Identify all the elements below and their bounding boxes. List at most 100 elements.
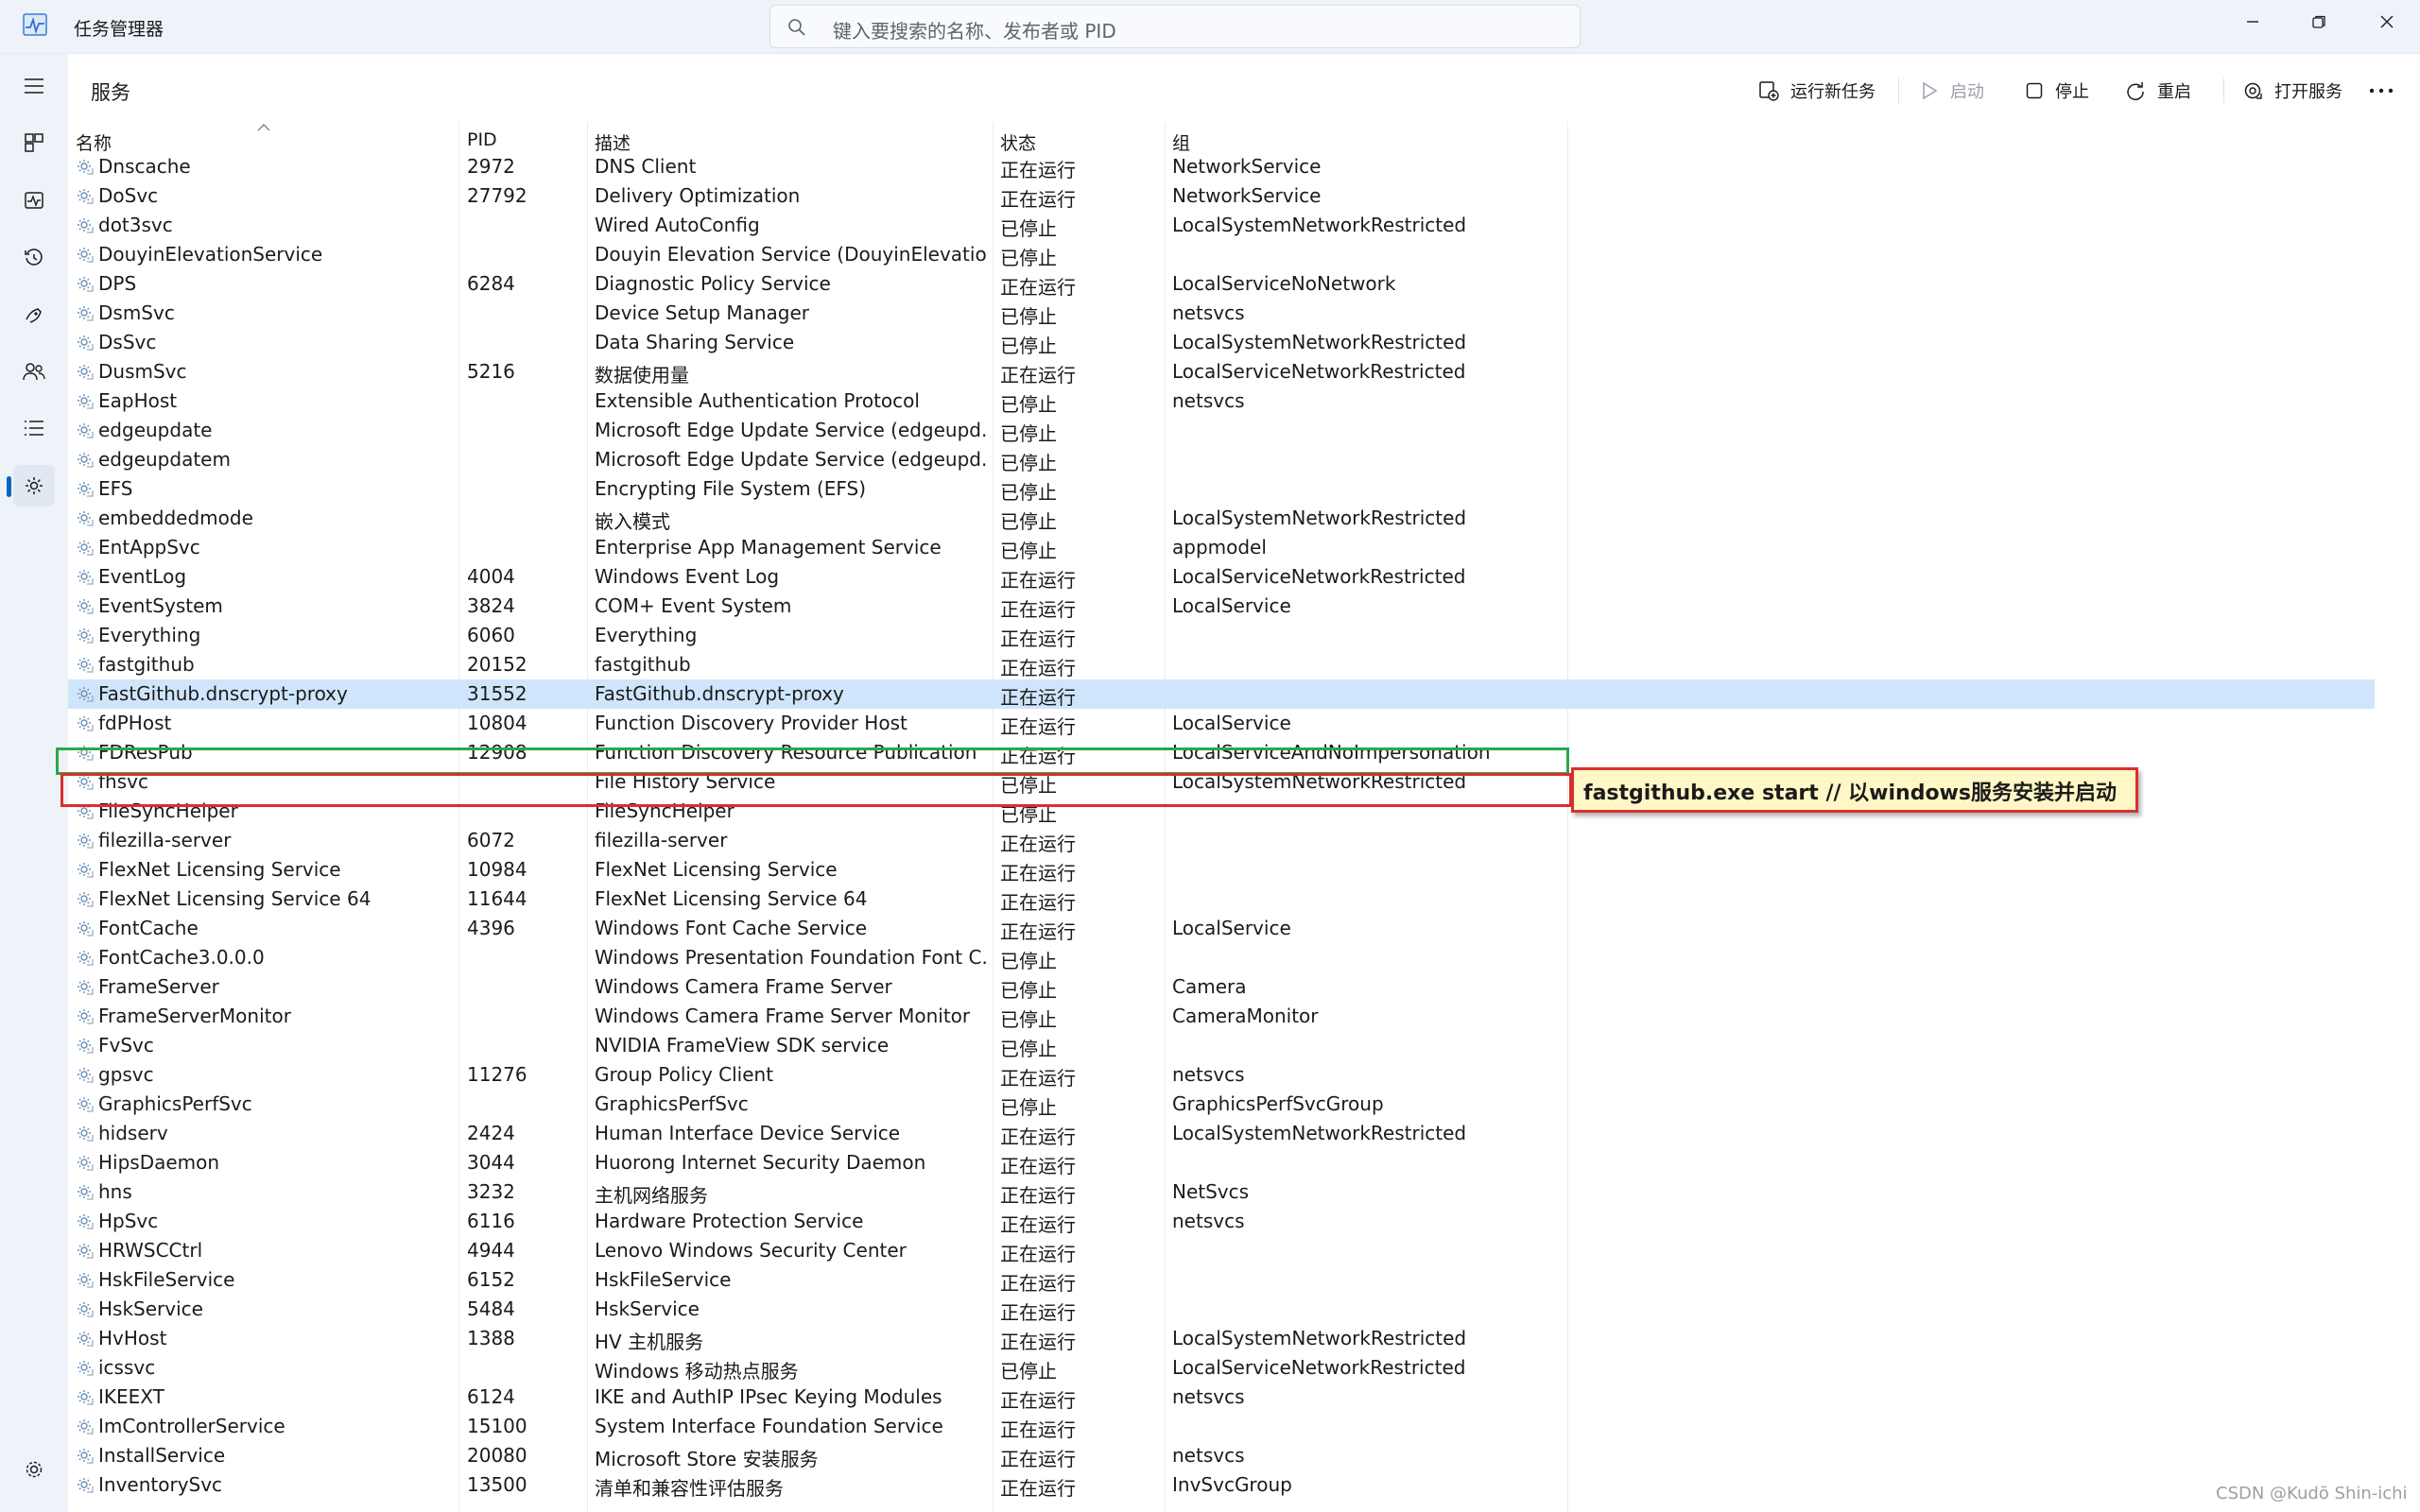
- service-icon: [78, 951, 94, 966]
- column-header-group[interactable]: 组: [1172, 129, 1190, 155]
- table-row[interactable]: InventorySvc 13500 清单和兼容性评估服务 正在运行 InvSvcGro…: [68, 1470, 1569, 1500]
- cell-status: 已停止: [1000, 335, 1057, 357]
- table-row[interactable]: embeddedmode 嵌入模式 已停止 LocalSystemNetworkRes…: [68, 504, 1569, 533]
- table-row[interactable]: EntAppSvc Enterprise App Management Servi…: [68, 533, 1569, 562]
- nav-settings[interactable]: [13, 1449, 55, 1490]
- stop-button[interactable]: 停止: [2015, 71, 2099, 111]
- table-row[interactable]: FlexNet Licensing Service 10984 FlexNet Li…: [68, 855, 1569, 885]
- table-row[interactable]: HvHost 1388 HV 主机服务 正在运行 LocalSystemNetworkR…: [68, 1324, 1569, 1353]
- restart-button[interactable]: 重启: [2116, 71, 2201, 111]
- table-row[interactable]: DouyinElevationService Douyin Elevation S…: [68, 240, 1569, 269]
- cell-pid: 10804: [467, 712, 527, 734]
- table-row[interactable]: FrameServerMonitor Windows Camera Frame S…: [68, 1002, 1569, 1031]
- active-indicator: [7, 476, 11, 497]
- service-icon: [78, 365, 94, 380]
- table-row[interactable]: HRWSCCtrl 4944 Lenovo Windows Security Cen…: [68, 1236, 1569, 1265]
- cell-group: CameraMonitor: [1172, 1005, 1319, 1027]
- table-row[interactable]: HipsDaemon 3044 Huorong Internet Security …: [68, 1148, 1569, 1177]
- cell-group: netsvcs: [1172, 1444, 1245, 1467]
- table-row[interactable]: DoSvc 27792 Delivery Optimization 正在运行 Netwo…: [68, 181, 1569, 211]
- table-row[interactable]: Dnscache 2972 DNS Client 正在运行 NetworkService: [68, 152, 1569, 181]
- table-row[interactable]: hns 3232 主机网络服务 正在运行 NetSvcs: [68, 1177, 1569, 1207]
- close-button[interactable]: [2354, 0, 2420, 43]
- table-row[interactable]: DsSvc Data Sharing Service 已停止 LocalSystemN…: [68, 328, 1569, 357]
- nav-services[interactable]: [7, 465, 55, 507]
- table-row[interactable]: fastgithub 20152 fastgithub 正在运行: [68, 650, 1569, 679]
- nav-processes[interactable]: [13, 122, 55, 163]
- table-row[interactable]: FvSvc NVIDIA FrameView SDK service 已停止: [68, 1031, 1569, 1060]
- table-row[interactable]: FDResPub 12908 Function Discovery Resource…: [68, 738, 1569, 767]
- table-row[interactable]: FileSyncHelper FileSyncHelper 已停止: [68, 797, 1569, 826]
- column-header-status[interactable]: 状态: [1000, 129, 1036, 155]
- nav-menu-button[interactable]: [13, 65, 55, 107]
- table-row[interactable]: fdPHost 10804 Function Discovery Provider …: [68, 709, 1569, 738]
- column-header-description[interactable]: 描述: [595, 129, 631, 155]
- search-box[interactable]: 键入要搜索的名称、发布者或 PID: [769, 5, 1581, 48]
- maximize-button[interactable]: [2286, 0, 2352, 43]
- table-row[interactable]: ImControllerService 15100 System Interface…: [68, 1412, 1569, 1441]
- cell-name: HvHost: [98, 1327, 167, 1349]
- table-row[interactable]: FontCache 4396 Windows Font Cache Service 正…: [68, 914, 1569, 943]
- table-row[interactable]: filezilla-server 6072 filezilla-server 正在运行: [68, 826, 1569, 855]
- cell-description: 主机网络服务: [595, 1184, 708, 1207]
- table-row[interactable]: hidserv 2424 Human Interface Device Servic…: [68, 1119, 1569, 1148]
- table-row[interactable]: fhsvc File History Service 已停止 LocalSystemN…: [68, 767, 1569, 797]
- nav-users[interactable]: [13, 351, 55, 392]
- column-header-pid[interactable]: PID: [467, 129, 497, 150]
- cell-status: 正在运行: [1000, 833, 1076, 855]
- table-row[interactable]: FrameServer Windows Camera Frame Server 已停…: [68, 972, 1569, 1002]
- table-row[interactable]: icssvc Windows 移动热点服务 已停止 LocalServiceNetwo…: [68, 1353, 1569, 1383]
- cell-name: HpSvc: [98, 1210, 159, 1232]
- service-icon: [78, 423, 94, 438]
- start-button[interactable]: 启动: [1910, 71, 1994, 111]
- table-row[interactable]: edgeupdate Microsoft Edge Update Service …: [68, 416, 1569, 445]
- run-new-task-button[interactable]: 运行新任务: [1749, 71, 1885, 111]
- table-row[interactable]: HskFileService 6152 HskFileService 正在运行: [68, 1265, 1569, 1295]
- table-row[interactable]: HpSvc 6116 Hardware Protection Service 正在运行…: [68, 1207, 1569, 1236]
- table-row[interactable]: InstallService 20080 Microsoft Store 安装服务 正…: [68, 1441, 1569, 1470]
- table-row[interactable]: EventSystem 3824 COM+ Event System 正在运行 Loca…: [68, 592, 1569, 621]
- table-row[interactable]: EapHost Extensible Authentication Protoco…: [68, 387, 1569, 416]
- service-icon: [78, 687, 94, 702]
- table-row[interactable]: Everything 6060 Everything 正在运行: [68, 621, 1569, 650]
- more-options-button[interactable]: [2360, 71, 2414, 111]
- cell-name: FrameServer: [98, 975, 219, 998]
- table-row[interactable]: FontCache3.0.0.0 Windows Presentation Fou…: [68, 943, 1569, 972]
- table-row[interactable]: EventLog 4004 Windows Event Log 正在运行 LocalSe…: [68, 562, 1569, 592]
- details-list-icon: [25, 421, 43, 436]
- cell-name: hns: [98, 1180, 132, 1203]
- cell-name: DusmSvc: [98, 360, 187, 383]
- table-row[interactable]: DPS 6284 Diagnostic Policy Service 正在运行 Loca…: [68, 269, 1569, 299]
- nav-details[interactable]: [13, 407, 55, 449]
- table-row[interactable]: dot3svc Wired AutoConfig 已停止 LocalSystemNet…: [68, 211, 1569, 240]
- cell-description: FastGithub.dnscrypt-proxy: [595, 682, 844, 705]
- table-row[interactable]: gpsvc 11276 Group Policy Client 正在运行 netsvcs: [68, 1060, 1569, 1090]
- minimize-button[interactable]: [2220, 0, 2286, 43]
- cell-status: 正在运行: [1000, 159, 1076, 181]
- cell-status: 已停止: [1000, 1008, 1057, 1031]
- cell-status: 正在运行: [1000, 1331, 1076, 1353]
- table-row[interactable]: GraphicsPerfSvc GraphicsPerfSvc 已停止 Graphic…: [68, 1090, 1569, 1119]
- nav-app-history[interactable]: [13, 237, 55, 279]
- table-row[interactable]: HskService 5484 HskService 正在运行: [68, 1295, 1569, 1324]
- open-services-button[interactable]: 打开服务: [2233, 71, 2352, 111]
- table-row[interactable]: DsmSvc Device Setup Manager 已停止 netsvcs: [68, 299, 1569, 328]
- table-row[interactable]: FastGithub.dnscrypt-proxy 31552 FastGithub…: [68, 679, 2375, 709]
- cell-group: LocalServiceAndNoImpersonation: [1172, 741, 1491, 764]
- table-row[interactable]: EFS Encrypting File System (EFS) 已停止: [68, 474, 1569, 504]
- nav-performance[interactable]: [13, 180, 55, 221]
- cell-name: EFS: [98, 477, 133, 500]
- cell-pid: 4396: [467, 917, 515, 939]
- cell-group: netsvcs: [1172, 1385, 1245, 1408]
- table-row[interactable]: edgeupdatem Microsoft Edge Update Service…: [68, 445, 1569, 474]
- table-row[interactable]: FlexNet Licensing Service 64 11644 FlexNet…: [68, 885, 1569, 914]
- cell-name: FlexNet Licensing Service: [98, 858, 341, 881]
- table-row[interactable]: DusmSvc 5216 数据使用量 正在运行 LocalServiceNetworkR…: [68, 357, 1569, 387]
- cell-pid: 2424: [467, 1122, 515, 1144]
- cell-name: InventorySvc: [98, 1473, 223, 1496]
- cell-description: Everything: [595, 624, 698, 646]
- table-row[interactable]: IKEEXT 6124 IKE and AuthIP IPsec Keying Mo…: [68, 1383, 1569, 1412]
- cell-group: netsvcs: [1172, 389, 1245, 412]
- column-header-name[interactable]: 名称: [76, 129, 112, 155]
- nav-startup-apps[interactable]: [13, 294, 55, 335]
